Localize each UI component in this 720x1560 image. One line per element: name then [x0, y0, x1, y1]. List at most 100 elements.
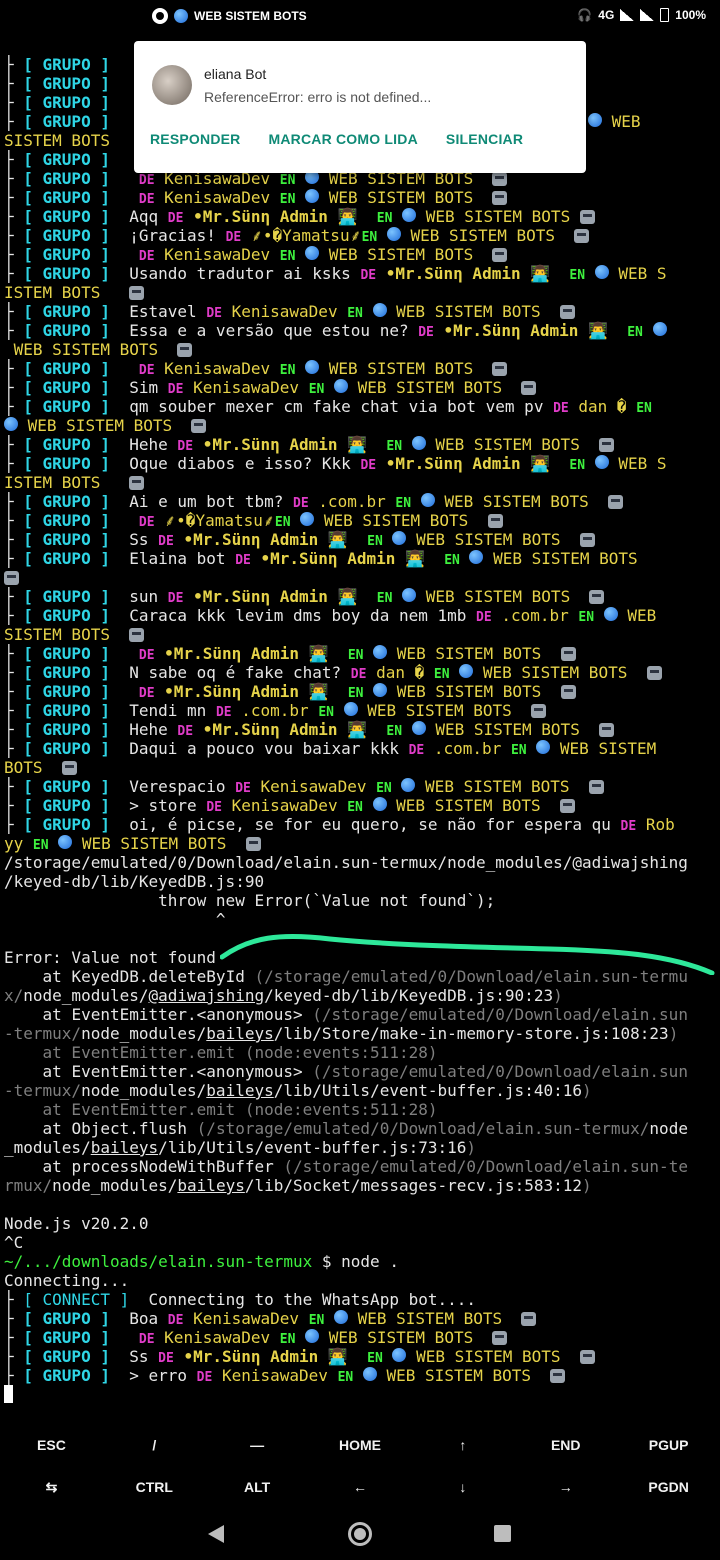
pgdn-key[interactable]: PGDN	[617, 1466, 720, 1508]
connecting-line: Connecting...	[4, 1271, 130, 1290]
terminal-line: ISTEM BOTS	[4, 473, 716, 492]
terminal-line: ├ [ GRUPO ] Ss DE •Mr.Sünη Admin 👨‍💻 EN …	[4, 1347, 716, 1366]
reply-button[interactable]: RESPONDER	[150, 131, 240, 147]
recents-icon[interactable]	[494, 1525, 511, 1542]
terminal-line: WEB SISTEM BOTS	[4, 416, 716, 435]
terminal-line: ├ [ GRUPO ] DE KenisawaDev EN WEB SISTEM…	[4, 188, 716, 207]
status-bar: WEB SISTEM BOTS 🎧 4G 100%	[0, 0, 720, 34]
terminal-line: ├ [ GRUPO ] Caraca kkk levim dms boy da …	[4, 606, 657, 625]
terminal-line: ├ [ GRUPO ] Elaina bot DE •Mr.Sünη Admin…	[4, 549, 638, 568]
terminal-line: ├ [ GRUPO ] Tendi mn DE .com.br EN WEB S…	[4, 701, 716, 720]
terminal-line: ├ [ GRUPO ] Boa DE KenisawaDev EN WEB SI…	[4, 1309, 716, 1328]
stack-frame: _modules/baileys/lib/Utils/event-buffer.…	[4, 1138, 477, 1157]
error-path-line: /storage/emulated/0/Download/elain.sun-t…	[4, 853, 688, 872]
terminal-line: ├ [ GRUPO ] DE KenisawaDev EN WEB SISTEM…	[4, 359, 716, 378]
stack-frame: at EventEmitter.emit (node:events:511:28…	[42, 1100, 438, 1119]
left-arrow-key[interactable]: ←	[309, 1466, 412, 1508]
terminal-cursor	[4, 1385, 13, 1403]
terminal-line: SISTEM BOTS	[4, 625, 716, 644]
terminal-line: ├ [ GRUPO ] DE KenisawaDev EN WEB SISTEM…	[4, 245, 716, 264]
terminal-line: ├ [ GRUPO ] DE •Mr.Sünη Admin 👨‍💻 EN WEB…	[4, 644, 716, 663]
prompt-path: ~/.../downloads/elain.sun-termux	[4, 1252, 313, 1271]
terminal-line: ├ [ GRUPO ] Hehe DE •Mr.Sünη Admin 👨‍💻 E…	[4, 720, 716, 739]
mark-as-read-button[interactable]: MARCAR COMO LIDA	[268, 131, 417, 147]
terminal-line: ├ [ GRUPO ] Daqui a pouco vou baixar kkk…	[4, 739, 657, 758]
slash-key[interactable]: /	[103, 1424, 206, 1466]
stack-frame: x/node_modules/@adiwajshing/keyed-db/lib…	[4, 986, 563, 1005]
terminal-line: ├ [ GRUPO ] DE ⸙•�Yamatsu⸙EN WEB SISTEM …	[4, 511, 716, 530]
terminal-line: ├ [ GRUPO ] Ss DE •Mr.Sünη Admin 👨‍💻 EN …	[4, 530, 716, 549]
back-icon[interactable]	[208, 1525, 224, 1543]
terminal-line: ├ [ GRUPO ] > erro DE KenisawaDev EN WEB…	[4, 1366, 716, 1385]
extra-keys-bar: ESC / — HOME ↑ END PGUP ⇆ CTRL ALT ← ↓ →…	[0, 1424, 720, 1508]
down-arrow-key[interactable]: ↓	[411, 1466, 514, 1508]
signal-icon	[620, 9, 635, 21]
terminal-line: ├ [ GRUPO ] Oque diabos e isso? Kkk DE •…	[4, 454, 667, 473]
terminal-line: ├ [ GRUPO ] Hehe DE •Mr.Sünη Admin 👨‍💻 E…	[4, 435, 716, 454]
green-scribble-annotation	[220, 933, 715, 975]
terminal-line: ├ [ GRUPO ] Estavel DE KenisawaDev EN WE…	[4, 302, 716, 321]
avatar	[152, 65, 192, 105]
terminal-line: ├ [ GRUPO ] sun DE •Mr.Sünη Admin 👨‍💻 EN…	[4, 587, 716, 606]
right-arrow-key[interactable]: →	[514, 1466, 617, 1508]
stack-frame: at Object.flush (/storage/emulated/0/Dow…	[42, 1119, 688, 1138]
home-icon[interactable]	[348, 1522, 372, 1546]
terminal-line: ├ [ GRUPO ] N sabe oq é fake chat? DE da…	[4, 663, 716, 682]
signal-icon-2	[640, 9, 655, 21]
battery-icon	[660, 8, 670, 22]
whatsapp-icon	[152, 8, 168, 24]
terminal-line: ├ [ GRUPO ] qm souber mexer cm fake chat…	[4, 397, 652, 416]
alt-key[interactable]: ALT	[206, 1466, 309, 1508]
globe-icon	[174, 9, 188, 23]
mute-button[interactable]: SILENCIAR	[446, 131, 523, 147]
error-code-line: throw new Error(`Value not found`);	[158, 891, 496, 910]
battery-level: 100%	[675, 8, 706, 22]
connect-line: ├ [ CONNECT ] Connecting to the WhatsApp…	[4, 1290, 477, 1309]
prompt-line: ~/.../downloads/elain.sun-termux $ node …	[4, 1252, 716, 1271]
terminal-line: ├ [ GRUPO ] ¡Gracias! DE ⸙•�Yamatsu⸙EN W…	[4, 226, 716, 245]
terminal-line: yy EN WEB SISTEM BOTS	[4, 834, 716, 853]
status-app-title: WEB SISTEM BOTS	[194, 9, 307, 23]
terminal-line: ├ [ GRUPO ] DE KenisawaDev EN WEB SISTEM…	[4, 1328, 716, 1347]
notification-text: ReferenceError: erro is not defined...	[204, 89, 432, 105]
terminal-line: ├ [ GRUPO ] Sim DE KenisawaDev EN WEB SI…	[4, 378, 716, 397]
terminal-line	[4, 568, 716, 587]
terminal-line: ├ [ GRUPO ] Usando tradutor ai ksks DE •…	[4, 264, 667, 283]
notification-card[interactable]: eliana Bot ReferenceError: erro is not d…	[134, 41, 586, 173]
network-type: 4G	[598, 8, 615, 22]
stack-frame: at processNodeWithBuffer (/storage/emula…	[42, 1157, 688, 1176]
stack-frame: at EventEmitter.<anonymous> (/storage/em…	[42, 1062, 688, 1081]
home-key[interactable]: HOME	[309, 1424, 412, 1466]
ctrl-c-line: ^C	[4, 1233, 24, 1252]
terminal-line: WEB SISTEM BOTS	[4, 340, 716, 359]
up-arrow-key[interactable]: ↑	[411, 1424, 514, 1466]
terminal-output[interactable]: ├ [ GRUPO ] ├ [ GRUPO ] ├ [ GRUPO ] ├ [ …	[4, 55, 716, 1404]
terminal-line: ├ [ GRUPO ] oi, é picse, se for eu quero…	[4, 815, 675, 834]
end-key[interactable]: END	[514, 1424, 617, 1466]
stack-frame: rmux/node_modules/baileys/lib/Socket/mes…	[4, 1176, 592, 1195]
terminal-line: ├ [ GRUPO ] Ai e um bot tbm? DE .com.br …	[4, 492, 716, 511]
terminal-line: ├ [ GRUPO ] Essa e a versão que estou ne…	[4, 321, 716, 340]
input-line[interactable]	[4, 1385, 716, 1404]
error-path-line: /keyed-db/lib/KeyedDB.js:90	[4, 872, 265, 891]
esc-key[interactable]: ESC	[0, 1424, 103, 1466]
notification-title: eliana Bot	[204, 66, 267, 82]
stack-frame: -termux/node_modules/baileys/lib/Store/m…	[4, 1024, 679, 1043]
terminal-line: ISTEM BOTS	[4, 283, 716, 302]
stack-frame: at EventEmitter.<anonymous> (/storage/em…	[42, 1005, 688, 1024]
terminal-line: ├ [ GRUPO ] Verespacio DE KenisawaDev EN…	[4, 777, 716, 796]
terminal-line: ├ [ GRUPO ] Aqq DE •Mr.Sünη Admin 👨‍💻 EN…	[4, 207, 716, 226]
navigation-bar	[0, 1508, 720, 1560]
dash-key[interactable]: —	[206, 1424, 309, 1466]
node-version: Node.js v20.2.0	[4, 1214, 149, 1233]
tab-key[interactable]: ⇆	[0, 1466, 103, 1508]
stack-frame: at EventEmitter.emit (node:events:511:28…	[42, 1043, 438, 1062]
terminal-line: BOTS	[4, 758, 716, 777]
ctrl-key[interactable]: CTRL	[103, 1466, 206, 1508]
headphones-icon: 🎧	[577, 8, 593, 22]
stack-frame: -termux/node_modules/baileys/lib/Utils/e…	[4, 1081, 592, 1100]
pgup-key[interactable]: PGUP	[617, 1424, 720, 1466]
terminal-line: ├ [ GRUPO ] > store DE KenisawaDev EN WE…	[4, 796, 716, 815]
terminal-line: ├ [ GRUPO ] DE •Mr.Sünη Admin 👨‍💻 EN WEB…	[4, 682, 716, 701]
